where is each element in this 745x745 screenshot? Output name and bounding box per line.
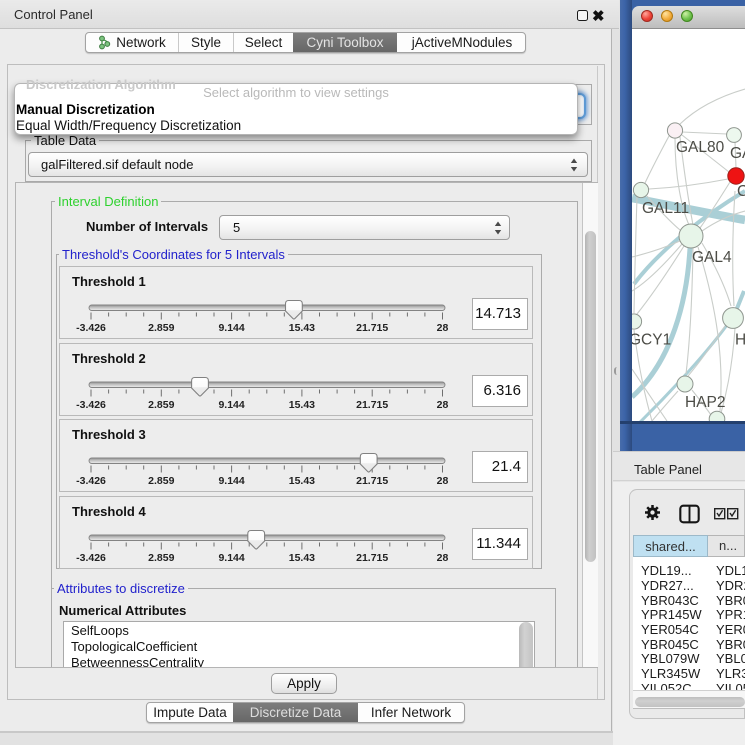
svg-text:21.715: 21.715: [356, 475, 388, 487]
svg-text:2.859: 2.859: [148, 552, 174, 564]
svg-text:-3.426: -3.426: [76, 552, 106, 564]
svg-text:2.859: 2.859: [148, 399, 174, 411]
svg-text:-3.426: -3.426: [76, 475, 106, 487]
svg-text:GAL4: GAL4: [692, 249, 732, 266]
svg-text:21.715: 21.715: [356, 552, 388, 564]
svg-text:GAL11: GAL11: [642, 200, 689, 217]
svg-text:15.43: 15.43: [289, 475, 315, 487]
svg-text:28: 28: [437, 399, 449, 411]
svg-text:C: C: [737, 183, 745, 200]
svg-text:-3.426: -3.426: [76, 322, 106, 334]
svg-text:9.144: 9.144: [218, 552, 244, 564]
svg-text:2.859: 2.859: [148, 475, 174, 487]
svg-text:15.43: 15.43: [289, 399, 315, 411]
svg-text:28: 28: [437, 322, 449, 334]
svg-text:9.144: 9.144: [218, 322, 244, 334]
svg-text:28: 28: [437, 475, 449, 487]
svg-text:21.715: 21.715: [356, 322, 388, 334]
svg-text:HAP2: HAP2: [685, 394, 726, 411]
svg-text:15.43: 15.43: [289, 552, 315, 564]
svg-text:15.43: 15.43: [289, 322, 315, 334]
svg-text:9.144: 9.144: [218, 475, 244, 487]
svg-text:GAL80: GAL80: [676, 139, 725, 156]
svg-text:GCY1: GCY1: [632, 332, 671, 349]
svg-text:HA: HA: [735, 332, 745, 349]
svg-text:21.715: 21.715: [356, 399, 388, 411]
svg-text:-3.426: -3.426: [76, 399, 106, 411]
svg-text:9.144: 9.144: [218, 399, 244, 411]
svg-text:GA: GA: [730, 145, 745, 162]
svg-text:28: 28: [437, 552, 449, 564]
svg-text:2.859: 2.859: [148, 322, 174, 334]
